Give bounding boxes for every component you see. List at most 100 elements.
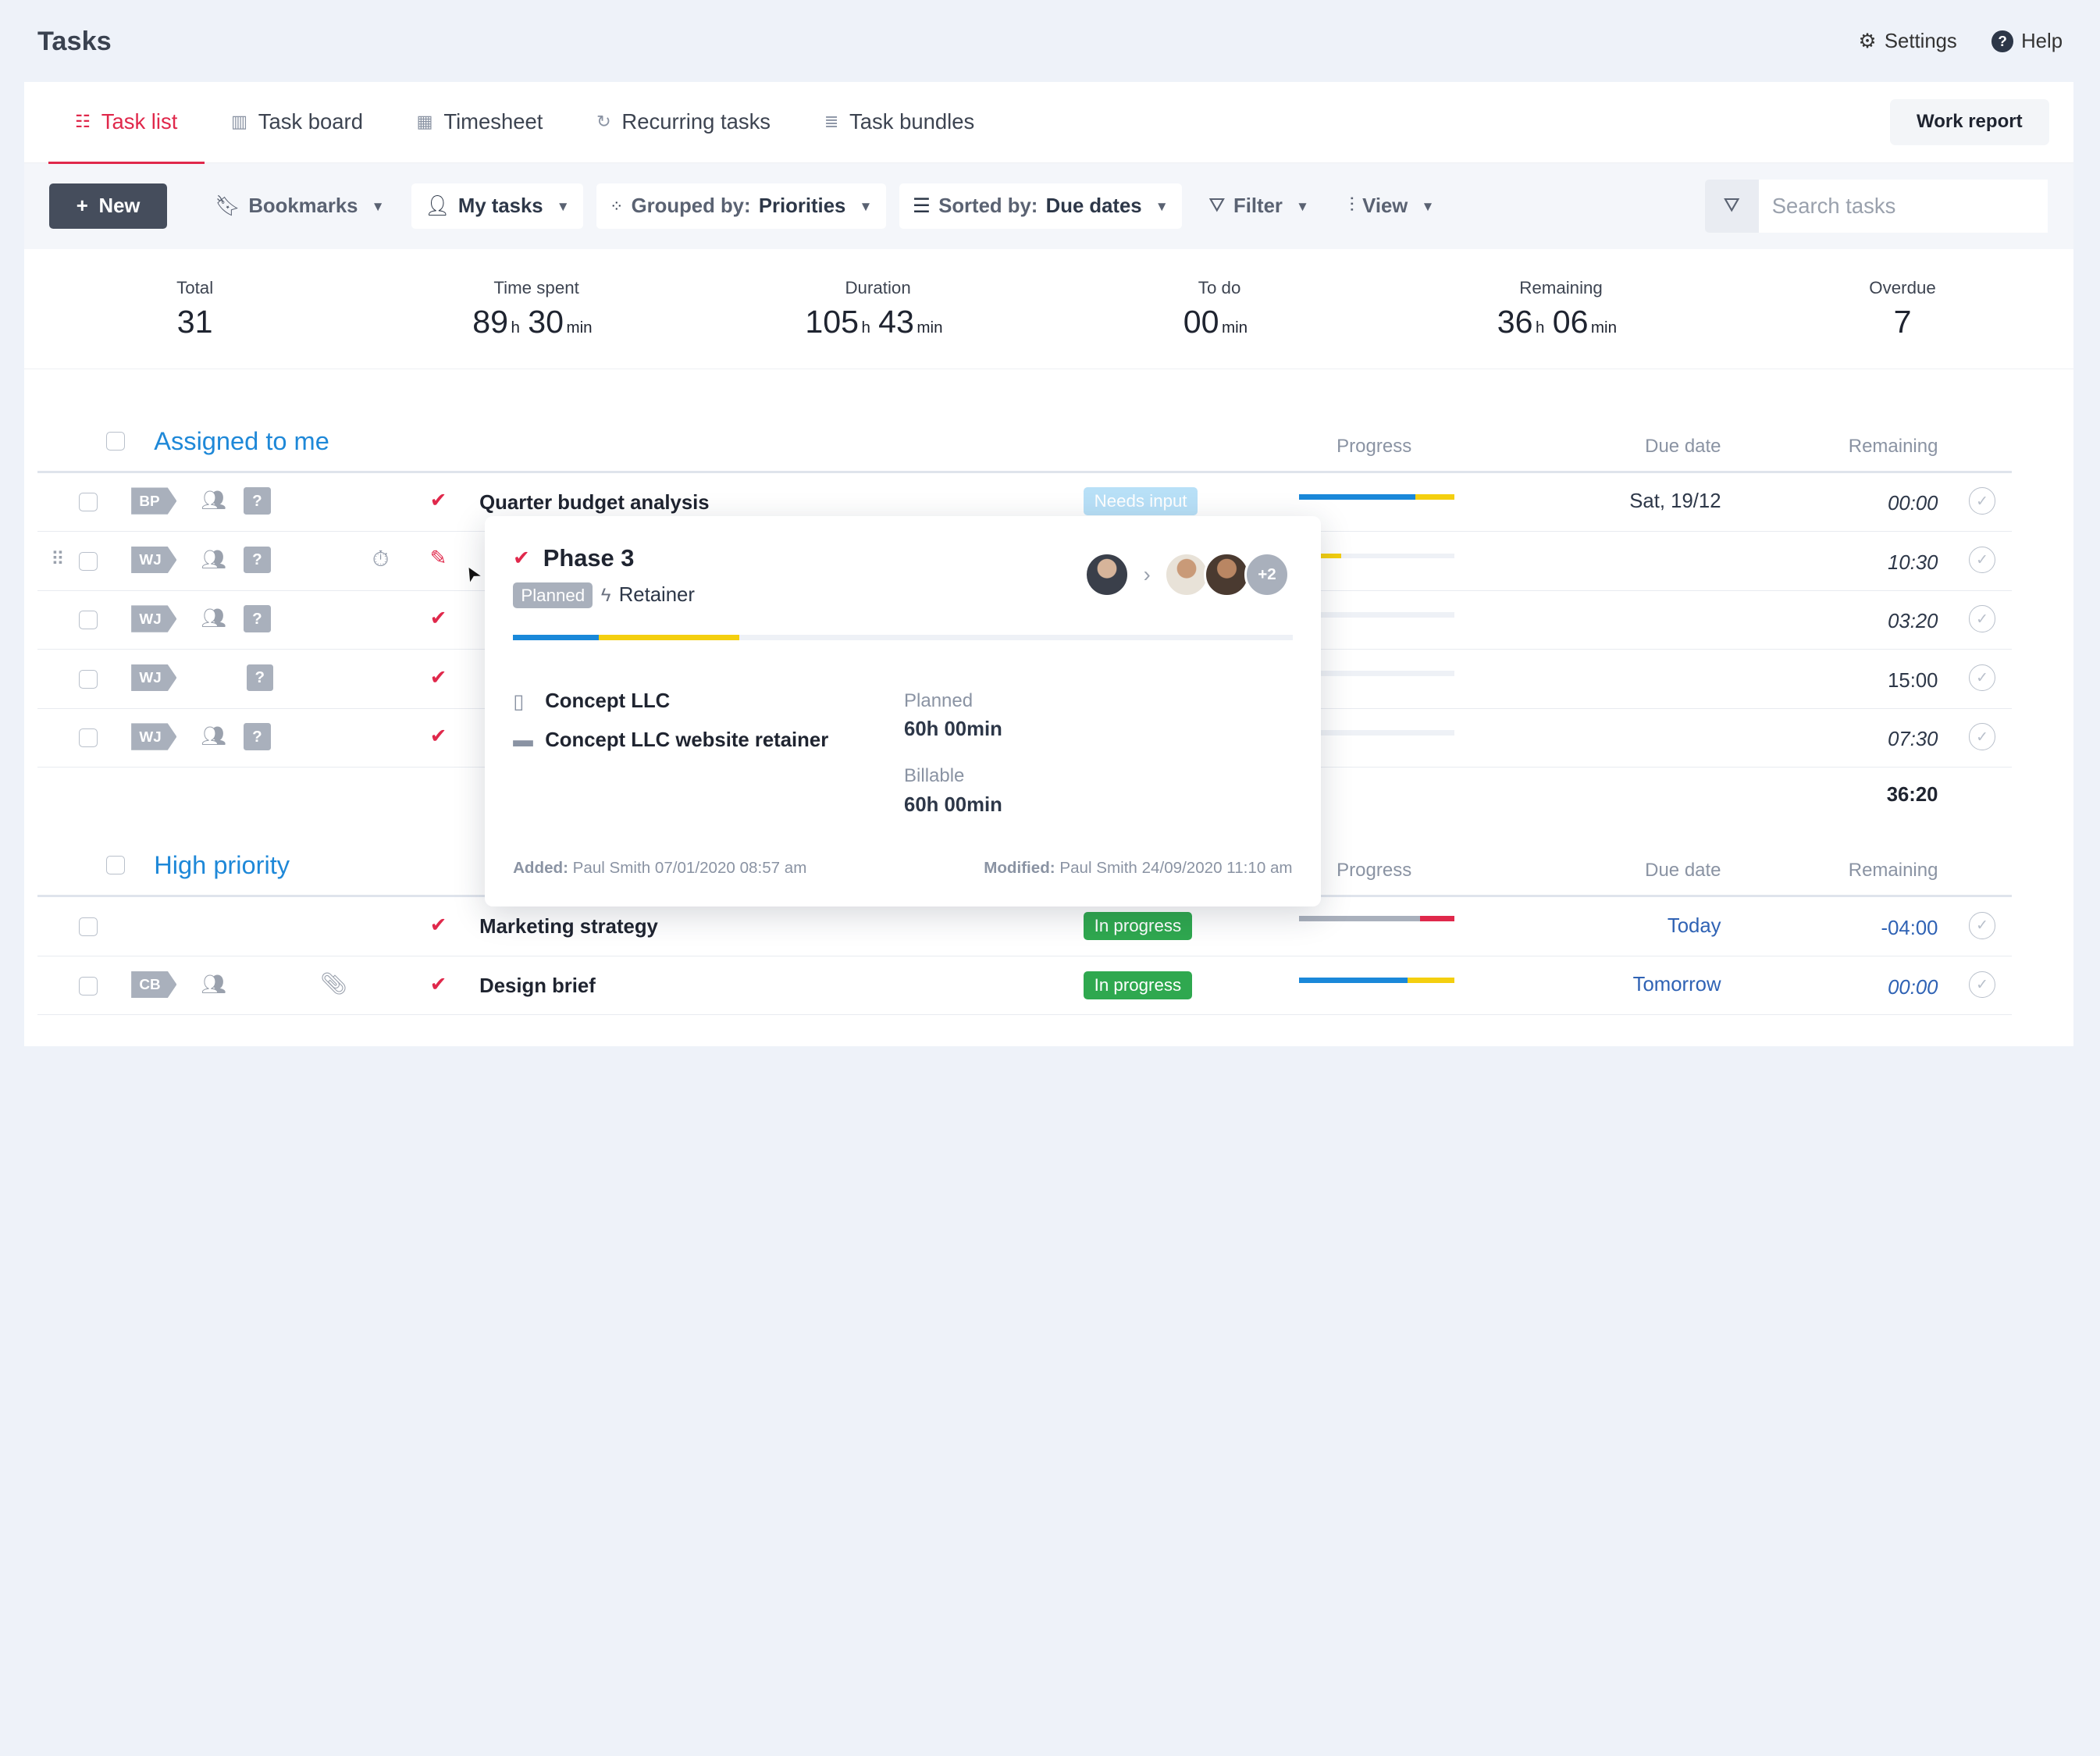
settings-label: Settings <box>1884 30 1957 52</box>
avatar[interactable] <box>1204 551 1250 598</box>
stat-time-spent: Time spent 89 h 30 min <box>365 278 707 340</box>
stats-bar: Total 31 Time spent 89 h 30 min Duration 10… <box>23 249 2073 370</box>
remaining-time: 03:20 <box>1888 611 1938 633</box>
group-select-checkbox[interactable] <box>105 856 125 875</box>
remaining-time: 07:30 <box>1888 728 1938 751</box>
progress-bar <box>1299 612 1455 618</box>
my-tasks-dropdown[interactable]: 👤︎ My tasks ▼ <box>411 183 583 230</box>
row-checkbox[interactable] <box>79 551 98 571</box>
tab-recurring-tasks[interactable]: ↻ Recurring tasks <box>570 81 798 163</box>
avatar[interactable] <box>1084 551 1130 598</box>
row-checkbox[interactable] <box>79 976 98 996</box>
users-icon[interactable]: 👥︎ <box>201 489 226 512</box>
view-dropdown[interactable]: ⫶ View ▼ <box>1336 183 1447 229</box>
planned-label: Planned <box>904 689 973 711</box>
avatar[interactable] <box>1163 551 1210 598</box>
users-icon[interactable]: 👥︎ <box>201 607 226 630</box>
complete-icon[interactable]: ✓ <box>1968 487 1996 515</box>
column-due-date[interactable]: Due date <box>1645 436 1721 458</box>
question-icon[interactable]: ? <box>244 605 271 632</box>
status-badge[interactable]: In progress <box>1083 971 1192 999</box>
chevron-down-icon: ▼ <box>556 198 570 214</box>
row-checkbox[interactable] <box>79 611 98 630</box>
group-select-checkbox[interactable] <box>105 431 125 451</box>
user-icon: 👤︎ <box>424 195 450 218</box>
planned-value: 60h 00min <box>904 718 1002 741</box>
stat-label: Duration <box>845 277 911 297</box>
progress-bar <box>1299 553 1455 559</box>
question-icon[interactable]: ? <box>244 546 271 574</box>
question-icon[interactable]: ? <box>246 664 273 692</box>
chevron-down-icon: ▼ <box>371 198 385 214</box>
sorted-prefix: Sorted by: <box>938 194 1038 217</box>
complete-icon[interactable]: ✓ <box>1968 664 1996 692</box>
bookmarks-dropdown[interactable]: 🔖︎ Bookmarks ▼ <box>201 183 397 229</box>
status-badge[interactable]: In progress <box>1083 912 1192 941</box>
checkmark-icon: ✔ <box>513 547 530 569</box>
work-report-button[interactable]: Work report <box>1889 99 2049 145</box>
grouped-by-dropdown[interactable]: ⁘ Grouped by: Priorities ▼ <box>596 183 886 230</box>
pencil-icon[interactable]: ✎ <box>430 547 447 570</box>
column-remaining[interactable]: Remaining <box>1849 436 1938 458</box>
paperclip-icon[interactable]: 📎︎ <box>320 971 347 996</box>
complete-icon[interactable]: ✓ <box>1968 723 1996 750</box>
stopwatch-icon[interactable]: ⏱︎ <box>372 547 389 572</box>
more-assignees-badge[interactable]: +2 <box>1244 551 1290 598</box>
help-button[interactable]: ? Help <box>1991 30 2063 53</box>
checkmark-icon: ✔ <box>429 666 447 689</box>
group-icon: ⁘ <box>610 197 624 215</box>
users-icon[interactable]: 👥︎ <box>201 973 226 996</box>
chevron-down-icon: ▼ <box>1155 198 1169 214</box>
table-row[interactable]: CB 👥︎ 📎︎ ✔ Design brief In progress Tomo… <box>37 956 2012 1016</box>
tab-task-bundles[interactable]: ≣ Task bundles <box>797 81 1001 163</box>
added-info: Added: Paul Smith 07/01/2020 08:57 am <box>513 858 807 877</box>
row-checkbox[interactable] <box>79 493 98 512</box>
complete-icon[interactable]: ✓ <box>1968 912 1996 939</box>
tab-task-board[interactable]: ▥ Task board <box>205 81 390 163</box>
complete-icon[interactable]: ✓ <box>1968 546 1996 574</box>
drag-handle-icon[interactable]: ⠿ <box>51 548 65 571</box>
status-badge[interactable]: Needs input <box>1083 487 1198 516</box>
popup-task-name[interactable]: Phase 3 <box>543 544 635 572</box>
popup-details: ▯ Concept LLC ▬ Concept LLC website reta… <box>513 690 828 768</box>
column-progress[interactable]: Progress <box>1337 860 1411 882</box>
task-name[interactable]: Design brief <box>479 975 596 998</box>
page-title: Tasks <box>37 26 112 56</box>
grid-icon: ▦ <box>416 112 433 132</box>
task-name[interactable]: Marketing strategy <box>479 916 658 939</box>
stat-value: 36 h 06 min <box>1497 303 1618 340</box>
assignee-tag: WJ <box>131 664 177 692</box>
stat-value: 7 <box>1893 303 1912 340</box>
question-icon[interactable]: ? <box>244 723 271 750</box>
complete-icon[interactable]: ✓ <box>1968 971 1996 999</box>
due-date: Tomorrow <box>1632 974 1721 996</box>
page: Tasks ⚙ Settings ? Help ☷ Task list ▥ Ta… <box>0 0 2100 1046</box>
question-icon[interactable]: ? <box>244 487 271 515</box>
funnel-icon[interactable]: ⛛ <box>1704 179 1759 233</box>
settings-button[interactable]: ⚙ Settings <box>1859 30 1957 53</box>
row-checkbox[interactable] <box>79 669 98 689</box>
column-progress[interactable]: Progress <box>1337 436 1411 458</box>
search-input[interactable] <box>1758 179 2048 233</box>
assignee-tag: CB <box>131 971 177 999</box>
column-due-date[interactable]: Due date <box>1645 860 1721 882</box>
tab-timesheet[interactable]: ▦ Timesheet <box>390 81 569 163</box>
sorted-by-dropdown[interactable]: ☰ Sorted by: Due dates ▼ <box>899 183 1182 230</box>
group-header: Assigned to me Progress Due date Remaini… <box>37 411 2012 473</box>
task-name[interactable]: Quarter budget analysis <box>479 492 709 515</box>
users-icon[interactable]: 👥︎ <box>201 548 226 572</box>
column-remaining[interactable]: Remaining <box>1849 860 1938 882</box>
funnel-icon: ⛛ <box>1208 194 1226 217</box>
complete-icon[interactable]: ✓ <box>1968 605 1996 632</box>
assignee-tag: WJ <box>131 723 177 750</box>
remaining-time: 00:00 <box>1888 976 1938 999</box>
filter-dropdown[interactable]: ⛛ Filter ▼ <box>1195 183 1322 229</box>
row-checkbox[interactable] <box>79 917 98 937</box>
stat-to-do: To do 00 min <box>1048 278 1390 340</box>
view-label: View <box>1362 194 1408 217</box>
users-icon[interactable]: 👥︎ <box>201 725 226 748</box>
row-checkbox[interactable] <box>79 728 98 748</box>
top-bar: Tasks ⚙ Settings ? Help <box>0 0 2100 83</box>
new-button[interactable]: + New <box>49 183 167 230</box>
tab-task-list[interactable]: ☷ Task list <box>48 81 205 165</box>
